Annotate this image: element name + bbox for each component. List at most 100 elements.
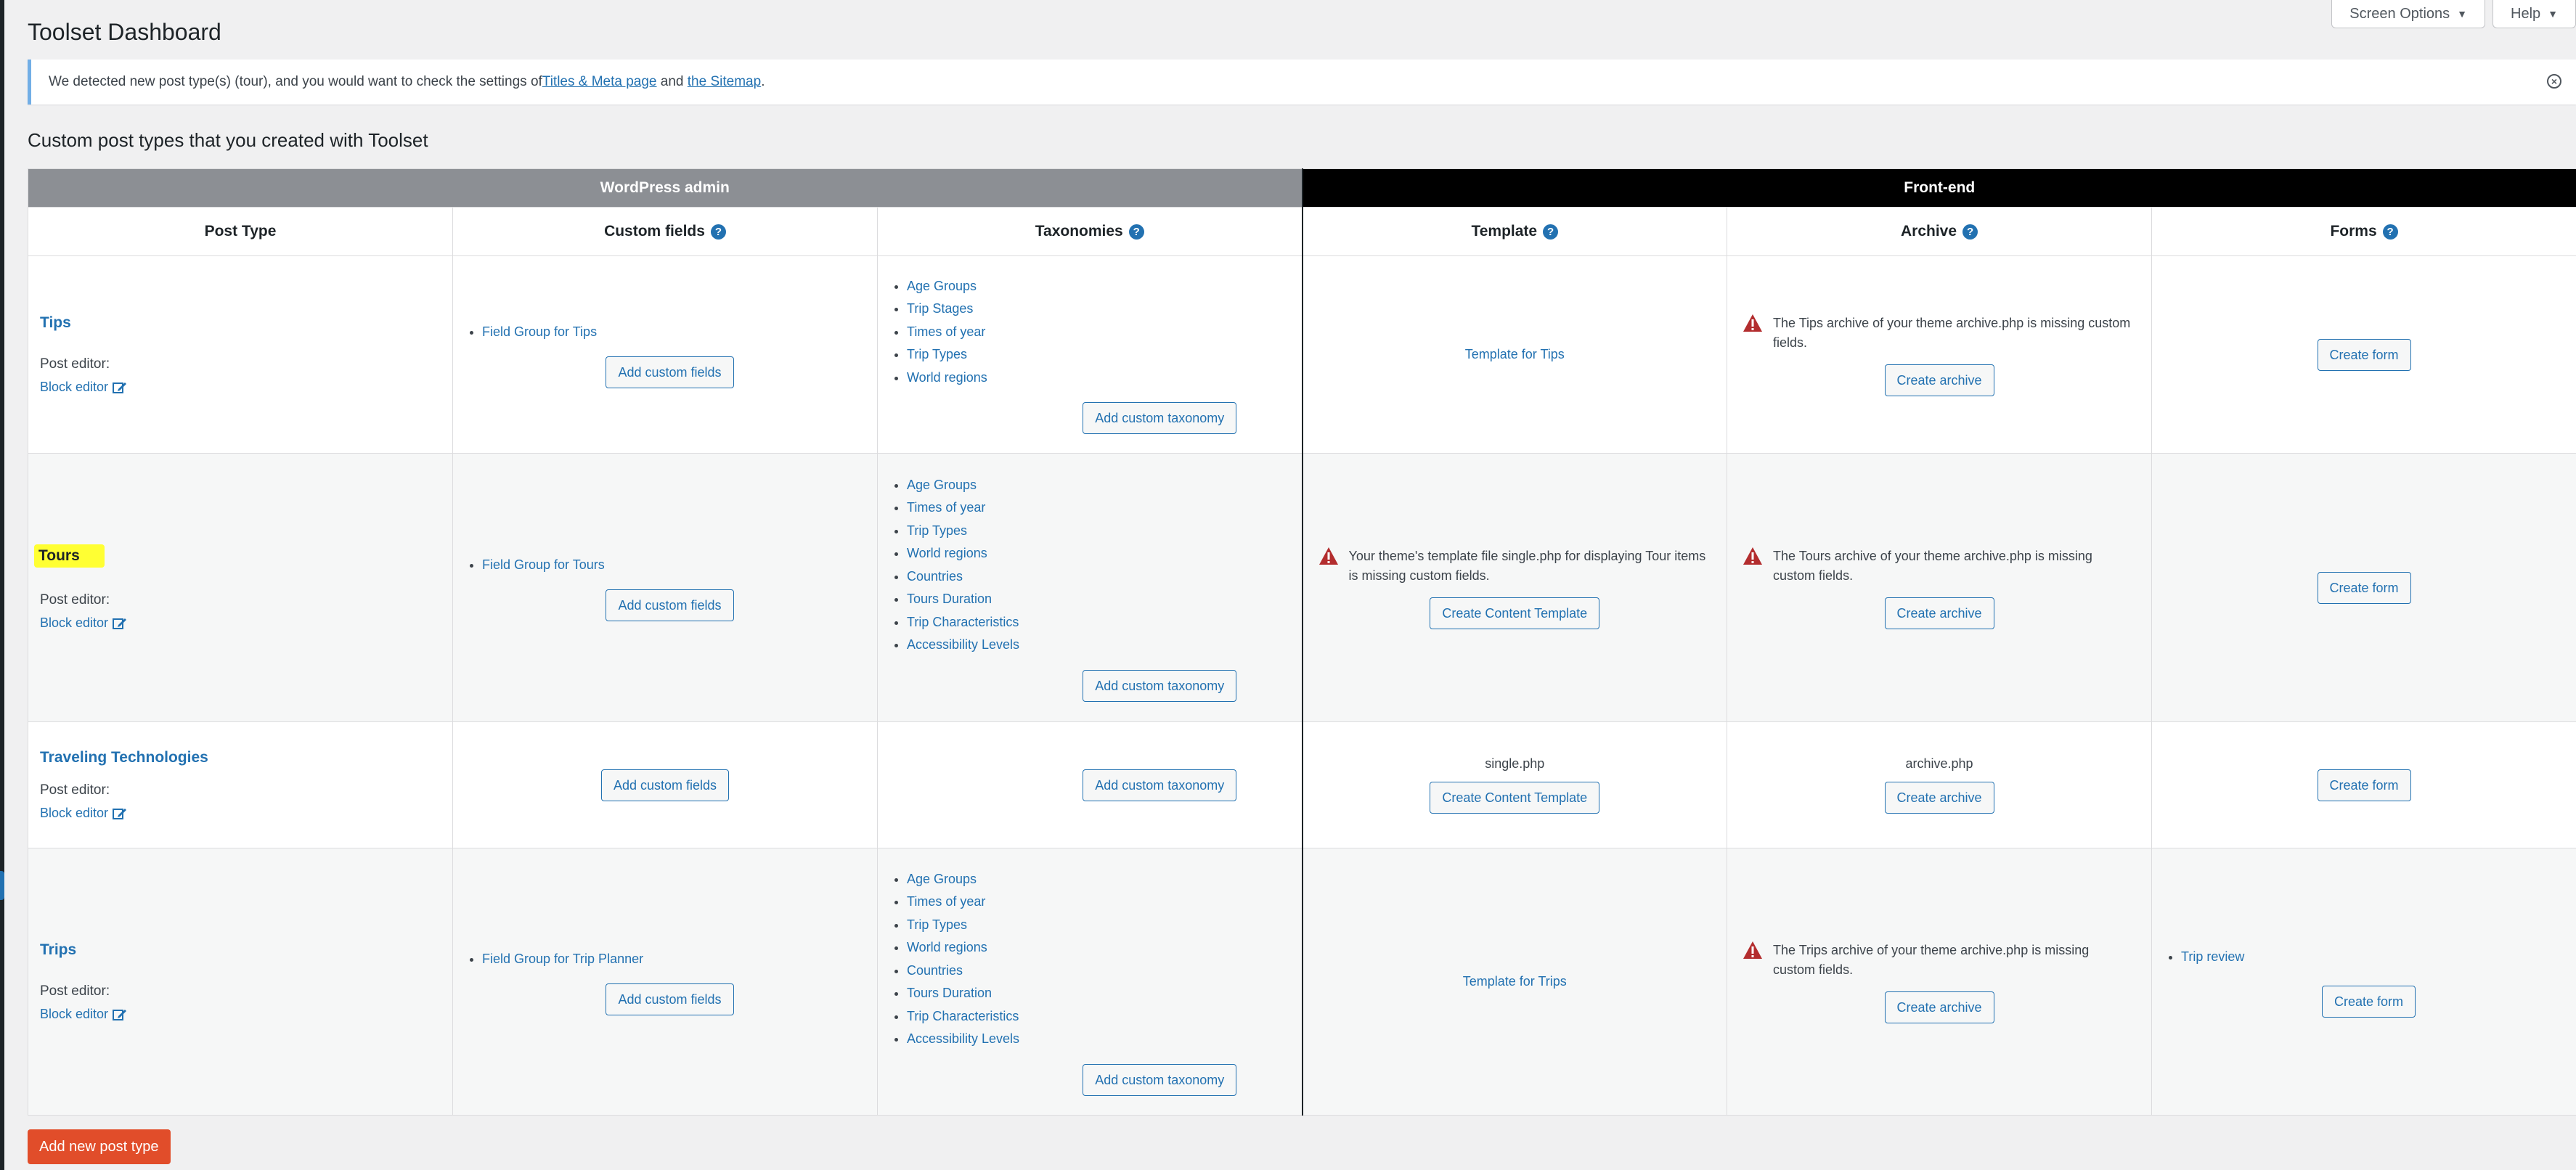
create-archive-button[interactable]: Create archive bbox=[1884, 991, 1994, 1023]
sitemap-link[interactable]: the Sitemap bbox=[688, 74, 761, 90]
archive-warning-text: The Tips archive of your theme archive.p… bbox=[1773, 315, 2131, 350]
notice-text-middle: and bbox=[656, 74, 688, 89]
template-cell: single.php Create Content Template bbox=[1301, 721, 1728, 848]
warning-icon bbox=[1743, 941, 1763, 965]
list-item[interactable]: Times of year bbox=[907, 891, 1301, 914]
add-custom-fields-button[interactable]: Add custom fields bbox=[606, 356, 734, 389]
forms-cell: Create form bbox=[2151, 255, 2576, 454]
archive-cell: The Trips archive of your theme archive.… bbox=[1727, 848, 2153, 1116]
taxonomies-cell: Add custom taxonomy bbox=[876, 721, 1303, 848]
list-item[interactable]: Trip review bbox=[2181, 946, 2575, 969]
list-item[interactable]: Accessibility Levels bbox=[907, 634, 1301, 657]
custom-fields-cell: Add custom fields bbox=[452, 721, 878, 848]
list-item[interactable]: Field Group for Trip Planner bbox=[482, 948, 876, 971]
block-editor-link[interactable]: Block editor bbox=[40, 806, 127, 821]
add-custom-fields-button[interactable]: Add custom fields bbox=[600, 769, 730, 801]
titles-meta-link[interactable]: Titles & Meta page bbox=[542, 74, 657, 90]
create-content-template-button[interactable]: Create Content Template bbox=[1430, 597, 1600, 629]
list-item[interactable]: Accessibility Levels bbox=[907, 1028, 1301, 1051]
list-item[interactable]: Times of year bbox=[907, 321, 1301, 344]
help-icon[interactable]: ? bbox=[1128, 224, 1144, 240]
list-item[interactable]: Times of year bbox=[907, 496, 1301, 520]
post-editor-label: Post editor: bbox=[40, 983, 110, 999]
template-warning-text: Your theme's template file single.php fo… bbox=[1348, 548, 1706, 583]
list-item[interactable]: Tours Duration bbox=[907, 588, 1301, 611]
create-form-button[interactable]: Create form bbox=[2317, 338, 2411, 371]
post-type-cell: Trips Post editor: Block editor bbox=[28, 848, 453, 1116]
table-row: Traveling Technologies Post editor: Bloc… bbox=[28, 721, 2576, 848]
add-custom-taxonomy-button[interactable]: Add custom taxonomy bbox=[1083, 1063, 1237, 1096]
table-row: Trips Post editor: Block editor Field Gr… bbox=[28, 848, 2576, 1116]
list-item[interactable]: World regions bbox=[907, 367, 1301, 390]
create-form-button[interactable]: Create form bbox=[2322, 986, 2416, 1018]
post-type-name-tours[interactable]: Tours bbox=[34, 544, 105, 568]
screen-options-button[interactable]: Screen Options ▼ bbox=[2331, 0, 2485, 28]
template-link[interactable]: Template for Trips bbox=[1463, 974, 1567, 989]
post-editor-label: Post editor: bbox=[40, 592, 110, 608]
post-type-name-traveling-technologies[interactable]: Traveling Technologies bbox=[40, 749, 208, 766]
list-item[interactable]: Trip Characteristics bbox=[907, 611, 1301, 634]
wordpress-admin-group-header: WordPress admin bbox=[27, 168, 1303, 208]
sidebar-active-marker bbox=[0, 871, 4, 900]
create-archive-button[interactable]: Create archive bbox=[1884, 364, 1994, 396]
col-template: Template? bbox=[1301, 207, 1728, 256]
add-custom-fields-button[interactable]: Add custom fields bbox=[606, 983, 734, 1016]
notice-text-before: We detected new post type(s) (tour), and… bbox=[49, 74, 542, 89]
list-item[interactable]: World regions bbox=[907, 936, 1301, 960]
list-item[interactable]: Trip Stages bbox=[907, 298, 1301, 321]
caret-down-icon: ▼ bbox=[2457, 8, 2467, 20]
help-icon[interactable]: ? bbox=[2382, 224, 2398, 240]
edit-icon bbox=[113, 807, 127, 820]
caret-down-icon: ▼ bbox=[2548, 8, 2558, 20]
help-button[interactable]: Help ▼ bbox=[2493, 0, 2576, 28]
list-item[interactable]: Field Group for Tours bbox=[482, 554, 876, 577]
create-form-button[interactable]: Create form bbox=[2317, 571, 2411, 604]
custom-fields-cell: Field Group for Tours Add custom fields bbox=[452, 453, 878, 722]
forms-cell: Create form bbox=[2151, 453, 2576, 722]
post-type-name-tips[interactable]: Tips bbox=[40, 314, 71, 332]
notice-text-after: . bbox=[761, 74, 765, 89]
list-item[interactable]: Trip Types bbox=[907, 343, 1301, 367]
add-custom-fields-button[interactable]: Add custom fields bbox=[606, 589, 734, 622]
add-custom-taxonomy-button[interactable]: Add custom taxonomy bbox=[1083, 769, 1237, 801]
add-new-post-type-button[interactable]: Add new post type bbox=[28, 1129, 171, 1164]
list-item[interactable]: Age Groups bbox=[907, 275, 1301, 298]
edit-icon bbox=[113, 1008, 127, 1021]
edit-icon bbox=[113, 381, 127, 394]
help-label: Help bbox=[2511, 5, 2541, 22]
template-link[interactable]: Template for Tips bbox=[1465, 347, 1565, 361]
table-row: Tours Post editor: Block editor Field Gr… bbox=[28, 453, 2576, 722]
col-forms: Forms? bbox=[2151, 207, 2576, 256]
dismiss-icon[interactable]: × bbox=[2547, 74, 2561, 89]
add-custom-taxonomy-button[interactable]: Add custom taxonomy bbox=[1083, 402, 1237, 435]
list-item[interactable]: Trip Types bbox=[907, 914, 1301, 937]
list-item[interactable]: Age Groups bbox=[907, 868, 1301, 891]
front-end-group-header: Front-end bbox=[1301, 168, 2576, 208]
list-item[interactable]: Countries bbox=[907, 960, 1301, 983]
create-archive-button[interactable]: Create archive bbox=[1884, 597, 1994, 629]
list-item[interactable]: Tours Duration bbox=[907, 982, 1301, 1005]
block-editor-link[interactable]: Block editor bbox=[40, 380, 127, 395]
list-item[interactable]: Trip Characteristics bbox=[907, 1005, 1301, 1028]
warning-icon bbox=[1743, 547, 1763, 571]
help-icon[interactable]: ? bbox=[1962, 224, 1978, 240]
list-item[interactable]: World regions bbox=[907, 542, 1301, 565]
list-item[interactable]: Countries bbox=[907, 565, 1301, 589]
create-form-button[interactable]: Create form bbox=[2317, 769, 2411, 801]
taxonomies-cell: Age Groups Times of year Trip Types Worl… bbox=[876, 848, 1303, 1116]
add-custom-taxonomy-button[interactable]: Add custom taxonomy bbox=[1083, 669, 1237, 702]
block-editor-link[interactable]: Block editor bbox=[40, 615, 127, 631]
list-item[interactable]: Field Group for Tips bbox=[482, 321, 876, 344]
create-content-template-button[interactable]: Create Content Template bbox=[1430, 782, 1600, 814]
help-icon[interactable]: ? bbox=[710, 224, 726, 240]
list-item[interactable]: Age Groups bbox=[907, 474, 1301, 497]
help-icon[interactable]: ? bbox=[1543, 224, 1559, 240]
post-type-name-trips[interactable]: Trips bbox=[40, 941, 76, 959]
create-archive-button[interactable]: Create archive bbox=[1884, 782, 1994, 814]
list-item[interactable]: Trip Types bbox=[907, 520, 1301, 543]
post-types-table: WordPress admin Front-end Post Type Cust… bbox=[27, 168, 2576, 1116]
forms-cell: Create form bbox=[2151, 721, 2576, 848]
info-notice: We detected new post type(s) (tour), and… bbox=[28, 60, 2576, 105]
block-editor-link[interactable]: Block editor bbox=[40, 1007, 127, 1022]
archive-cell: archive.php Create archive bbox=[1727, 721, 2153, 848]
